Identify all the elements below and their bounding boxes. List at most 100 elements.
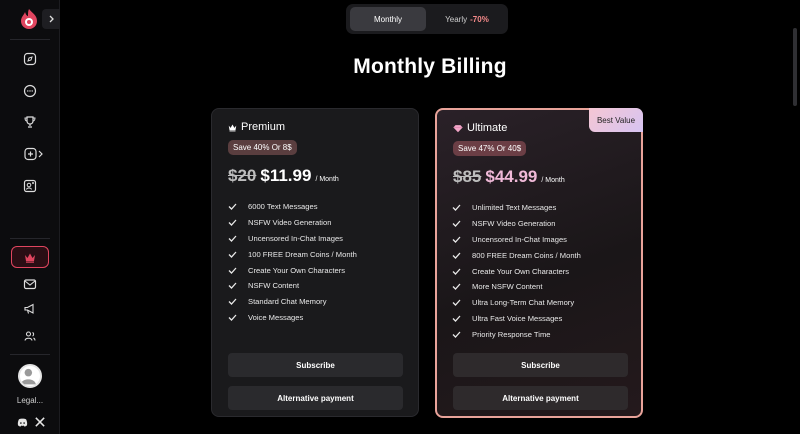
feature-label: Voice Messages xyxy=(248,312,304,322)
old-price: $85 xyxy=(453,167,482,186)
price-period: / Month xyxy=(541,177,565,184)
chevron-right-icon xyxy=(49,15,54,23)
feature-label: More NSFW Content xyxy=(472,282,543,292)
feature-item: Ultra Long-Term Chat Memory xyxy=(452,295,581,311)
check-icon xyxy=(228,251,248,258)
yearly-tab[interactable]: Yearly -70% xyxy=(430,7,504,31)
sidebar-divider xyxy=(10,238,50,239)
check-icon xyxy=(452,220,472,228)
feature-item: NSFW Content xyxy=(228,278,357,294)
plan-name-label: Premium xyxy=(241,121,286,133)
chat-icon xyxy=(23,84,37,98)
feature-item: NSFW Video Generation xyxy=(228,215,357,231)
plan-card-ultimate: Best Value Ultimate Save 47% Or 40$ $85 … xyxy=(435,108,643,418)
plan-name: Premium xyxy=(228,121,285,133)
feature-label: Create Your Own Characters xyxy=(248,265,346,275)
monthly-tab[interactable]: Monthly xyxy=(350,7,426,31)
compass-icon xyxy=(23,52,37,66)
feature-item: More NSFW Content xyxy=(452,279,581,295)
nav-premium[interactable] xyxy=(11,246,49,268)
feature-label: Standard Chat Memory xyxy=(248,297,327,307)
feature-item: Unlimited Text Messages xyxy=(452,200,581,216)
nav-community[interactable] xyxy=(20,326,40,346)
nav-messages[interactable] xyxy=(20,274,40,294)
new-price: $11.99 xyxy=(260,166,312,185)
check-icon xyxy=(228,282,248,290)
check-icon xyxy=(228,219,248,227)
feature-item: Create Your Own Characters xyxy=(452,263,581,279)
old-price: $20 xyxy=(228,166,257,185)
new-price: $44.99 xyxy=(485,167,538,186)
feature-item: Priority Response Time xyxy=(452,326,581,342)
save-badge: Save 47% Or 40$ xyxy=(453,141,527,156)
price-period: / Month xyxy=(315,176,339,183)
feature-label: NSFW Video Generation xyxy=(472,219,556,229)
check-icon xyxy=(452,236,472,243)
nav-my-characters[interactable] xyxy=(20,176,40,196)
nav-leaderboard[interactable] xyxy=(20,112,40,132)
sidebar: Legal... xyxy=(0,0,60,434)
diamond-icon xyxy=(453,124,463,132)
best-value-badge: Best Value xyxy=(589,108,643,132)
check-icon xyxy=(452,331,472,338)
feature-item: Uncensored In-Chat Images xyxy=(452,232,581,248)
feature-list: 6000 Text Messages NSFW Video Generation U… xyxy=(228,199,357,325)
subscribe-button[interactable]: Subscribe xyxy=(453,353,628,377)
check-icon xyxy=(228,298,248,306)
feature-label: Priority Response Time xyxy=(472,329,551,339)
feature-label: Unlimited Text Messages xyxy=(472,203,557,213)
nav-announcements[interactable] xyxy=(20,299,40,319)
megaphone-icon xyxy=(24,303,34,314)
feature-label: NSFW Content xyxy=(248,281,300,291)
feature-label: Ultra Long-Term Chat Memory xyxy=(472,298,575,308)
feature-label: 800 FREE Dream Coins / Month xyxy=(472,250,581,260)
alternative-payment-button[interactable]: Alternative payment xyxy=(228,386,403,410)
feature-item: Ultra Fast Voice Messages xyxy=(452,311,581,327)
profile-card-icon xyxy=(23,179,37,193)
x-link[interactable] xyxy=(34,416,46,428)
feature-item: 6000 Text Messages xyxy=(228,199,357,215)
page-title: Monthly Billing xyxy=(353,55,507,78)
check-icon xyxy=(228,203,248,211)
check-icon xyxy=(228,314,248,321)
users-icon xyxy=(24,331,36,341)
price-row: $85 $44.99 / Month xyxy=(453,167,565,187)
subscribe-button[interactable]: Subscribe xyxy=(228,353,403,377)
feature-item: Uncensored In-Chat Images xyxy=(228,231,357,247)
plan-name: Ultimate xyxy=(453,122,507,134)
discord-link[interactable] xyxy=(16,416,28,428)
nav-explore[interactable] xyxy=(20,49,40,69)
default-avatar-icon xyxy=(20,368,36,385)
feature-label: Create Your Own Characters xyxy=(472,266,570,276)
feature-item: 800 FREE Dream Coins / Month xyxy=(452,247,581,263)
check-icon xyxy=(452,204,472,212)
sidebar-expand-button[interactable] xyxy=(42,9,60,29)
feature-label: Uncensored In-Chat Images xyxy=(472,234,567,244)
check-icon xyxy=(452,315,472,322)
feature-label: NSFW Video Generation xyxy=(248,218,332,228)
nav-create[interactable] xyxy=(22,144,46,164)
x-icon xyxy=(35,417,45,427)
feature-item: Voice Messages xyxy=(228,310,357,326)
check-icon xyxy=(228,235,248,242)
feature-item: Create Your Own Characters xyxy=(228,262,357,278)
save-badge: Save 40% Or 8$ xyxy=(228,140,297,155)
feature-list: Unlimited Text Messages NSFW Video Genera… xyxy=(452,200,581,342)
plan-name-label: Ultimate xyxy=(467,122,508,134)
nav-chat[interactable] xyxy=(20,81,40,101)
alternative-payment-button[interactable]: Alternative payment xyxy=(453,386,628,410)
trophy-icon xyxy=(24,116,36,128)
scrollbar-thumb[interactable] xyxy=(793,28,797,106)
crown-icon xyxy=(25,253,35,263)
plan-card-premium: Premium Save 40% Or 8$ $20 $11.99 / Mont… xyxy=(211,108,419,417)
legal-link[interactable]: Legal... xyxy=(0,396,60,405)
feature-label: Uncensored In-Chat Images xyxy=(248,233,343,243)
app-logo-icon[interactable] xyxy=(19,8,39,30)
check-icon xyxy=(452,268,472,275)
check-icon xyxy=(228,267,248,274)
check-icon xyxy=(452,252,472,259)
price-row: $20 $11.99 / Month xyxy=(228,166,339,186)
check-icon xyxy=(452,283,472,291)
user-avatar[interactable] xyxy=(18,364,42,388)
billing-period-toggle: Monthly Yearly -70% xyxy=(346,4,508,34)
